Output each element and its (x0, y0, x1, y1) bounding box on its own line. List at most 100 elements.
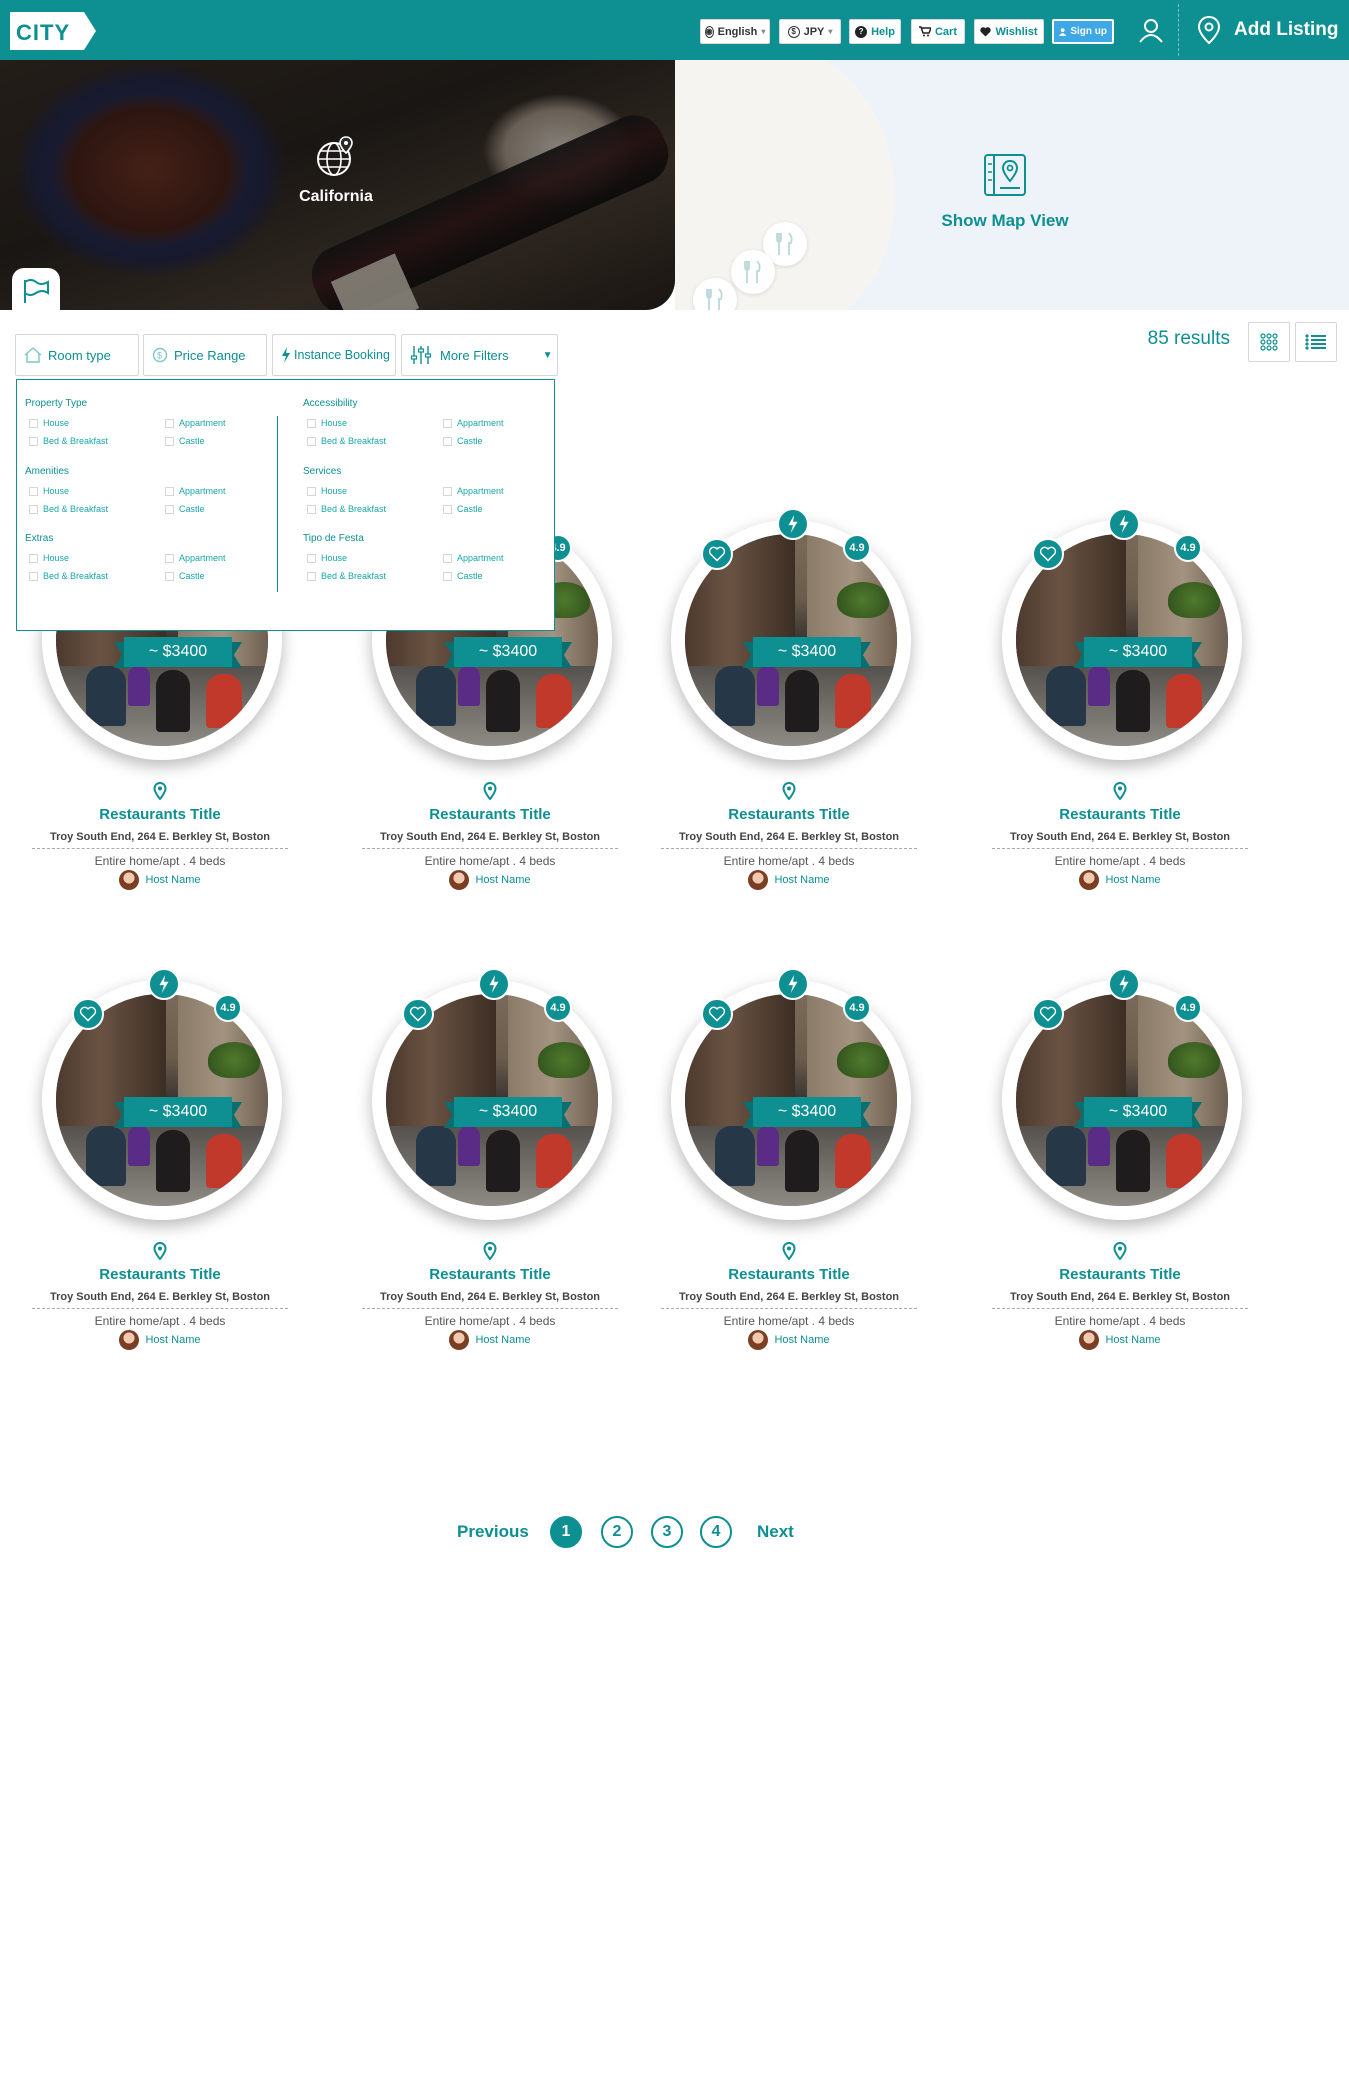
filter-checkbox[interactable] (165, 553, 174, 563)
list-view-button[interactable] (1295, 322, 1337, 362)
filter-option[interactable]: Appartment (165, 418, 226, 428)
room-type-filter[interactable]: Room type (15, 334, 139, 376)
filter-checkbox[interactable] (443, 486, 452, 496)
listing-host[interactable]: Host Name (629, 870, 949, 890)
listing-title[interactable]: Restaurants Title (629, 1266, 949, 1283)
filter-checkbox[interactable] (165, 504, 174, 514)
flag-button[interactable] (12, 268, 60, 314)
filter-checkbox[interactable] (165, 436, 174, 446)
filter-checkbox[interactable] (443, 418, 452, 428)
filter-option[interactable]: House (307, 553, 347, 563)
filter-checkbox[interactable] (307, 504, 316, 514)
map-preview[interactable]: Show Map View (675, 60, 1349, 310)
filter-checkbox[interactable] (29, 553, 38, 563)
filter-checkbox[interactable] (165, 486, 174, 496)
filter-option[interactable]: Castle (443, 571, 483, 581)
listing-image-frame[interactable]: ~ $3400 4.9 (372, 968, 612, 1220)
next-page-button[interactable]: Next (757, 1522, 794, 1542)
listing-card[interactable]: ~ $34004.9Restaurants TitleTroy South En… (330, 968, 630, 1370)
help-button[interactable]: ? Help (849, 19, 901, 44)
filter-option[interactable]: Appartment (165, 553, 226, 563)
listing-host[interactable]: Host Name (0, 870, 320, 890)
filter-option[interactable]: House (29, 418, 69, 428)
filter-option[interactable]: Appartment (443, 418, 504, 428)
cart-button[interactable]: Cart (911, 19, 965, 44)
filter-checkbox[interactable] (307, 486, 316, 496)
filter-option[interactable]: Appartment (443, 486, 504, 496)
map-marker-2[interactable] (731, 250, 775, 294)
filter-option[interactable]: Castle (165, 571, 205, 581)
listing-host[interactable]: Host Name (960, 870, 1280, 890)
filter-checkbox[interactable] (307, 571, 316, 581)
wishlist-heart-button[interactable] (72, 998, 104, 1030)
filter-option[interactable]: Bed & Breakfast (307, 436, 386, 446)
filter-option[interactable]: House (307, 418, 347, 428)
wishlist-heart-button[interactable] (402, 998, 434, 1030)
listing-host[interactable]: Host Name (629, 1330, 949, 1350)
filter-option[interactable]: Bed & Breakfast (29, 504, 108, 514)
wishlist-heart-button[interactable] (701, 538, 733, 570)
language-select[interactable]: ◉ English ▾ (700, 19, 770, 44)
filter-option[interactable]: Castle (443, 436, 483, 446)
filter-option[interactable]: House (307, 486, 347, 496)
listing-card[interactable]: ~ $34004.9Restaurants TitleTroy South En… (960, 968, 1260, 1370)
city-logo[interactable]: CITY (10, 12, 96, 50)
more-filters-button[interactable]: More Filters ▼ (401, 334, 558, 376)
filter-option[interactable]: Castle (165, 504, 205, 514)
currency-select[interactable]: $ JPY ▾ (779, 19, 841, 44)
listing-title[interactable]: Restaurants Title (0, 1266, 320, 1283)
filter-option[interactable]: House (29, 486, 69, 496)
listing-title[interactable]: Restaurants Title (330, 806, 650, 823)
filter-checkbox[interactable] (443, 436, 452, 446)
filter-option[interactable]: Castle (443, 504, 483, 514)
listing-card[interactable]: ~ $34004.9Restaurants TitleTroy South En… (629, 968, 929, 1370)
listing-title[interactable]: Restaurants Title (0, 806, 320, 823)
filter-checkbox[interactable] (29, 504, 38, 514)
filter-option[interactable]: Bed & Breakfast (307, 571, 386, 581)
listing-title[interactable]: Restaurants Title (629, 806, 949, 823)
listing-image-frame[interactable]: ~ $3400 4.9 (671, 508, 911, 760)
filter-option[interactable]: Bed & Breakfast (307, 504, 386, 514)
wishlist-heart-button[interactable] (1032, 538, 1064, 570)
wishlist-heart-button[interactable] (1032, 998, 1064, 1030)
listing-title[interactable]: Restaurants Title (960, 1266, 1280, 1283)
add-listing-button[interactable]: Add Listing (1196, 14, 1338, 46)
listing-card[interactable]: ~ $34004.9Restaurants TitleTroy South En… (960, 508, 1260, 910)
listing-host[interactable]: Host Name (0, 1330, 320, 1350)
filter-checkbox[interactable] (443, 571, 452, 581)
listing-image-frame[interactable]: ~ $3400 4.9 (42, 968, 282, 1220)
filter-option[interactable]: Bed & Breakfast (29, 436, 108, 446)
filter-checkbox[interactable] (29, 418, 38, 428)
filter-option[interactable]: Appartment (443, 553, 504, 563)
filter-checkbox[interactable] (29, 436, 38, 446)
listing-host[interactable]: Host Name (960, 1330, 1280, 1350)
filter-option[interactable]: Castle (165, 436, 205, 446)
listing-card[interactable]: ~ $34004.9Restaurants TitleTroy South En… (0, 968, 300, 1370)
filter-checkbox[interactable] (165, 418, 174, 428)
filter-option[interactable]: House (29, 553, 69, 563)
filter-checkbox[interactable] (443, 504, 452, 514)
filter-checkbox[interactable] (307, 418, 316, 428)
page-1-button[interactable]: 1 (550, 1516, 582, 1548)
page-4-button[interactable]: 4 (700, 1516, 732, 1548)
listing-host[interactable]: Host Name (330, 1330, 650, 1350)
filter-checkbox[interactable] (29, 486, 38, 496)
previous-page-button[interactable]: Previous (457, 1522, 529, 1542)
instance-booking-filter[interactable]: Instance Booking (272, 334, 396, 376)
filter-checkbox[interactable] (307, 436, 316, 446)
price-range-filter[interactable]: $ Price Range (143, 334, 267, 376)
listing-image-frame[interactable]: ~ $3400 4.9 (1002, 968, 1242, 1220)
filter-option[interactable]: Appartment (165, 486, 226, 496)
wishlist-button[interactable]: Wishlist (974, 19, 1044, 44)
listing-host[interactable]: Host Name (330, 870, 650, 890)
filter-checkbox[interactable] (443, 553, 452, 563)
filter-checkbox[interactable] (165, 571, 174, 581)
grid-view-button[interactable] (1248, 322, 1290, 362)
filter-checkbox[interactable] (307, 553, 316, 563)
listing-image-frame[interactable]: ~ $3400 4.9 (671, 968, 911, 1220)
wishlist-heart-button[interactable] (701, 998, 733, 1030)
page-2-button[interactable]: 2 (601, 1516, 633, 1548)
listing-title[interactable]: Restaurants Title (330, 1266, 650, 1283)
listing-image-frame[interactable]: ~ $3400 4.9 (1002, 508, 1242, 760)
filter-option[interactable]: Bed & Breakfast (29, 571, 108, 581)
